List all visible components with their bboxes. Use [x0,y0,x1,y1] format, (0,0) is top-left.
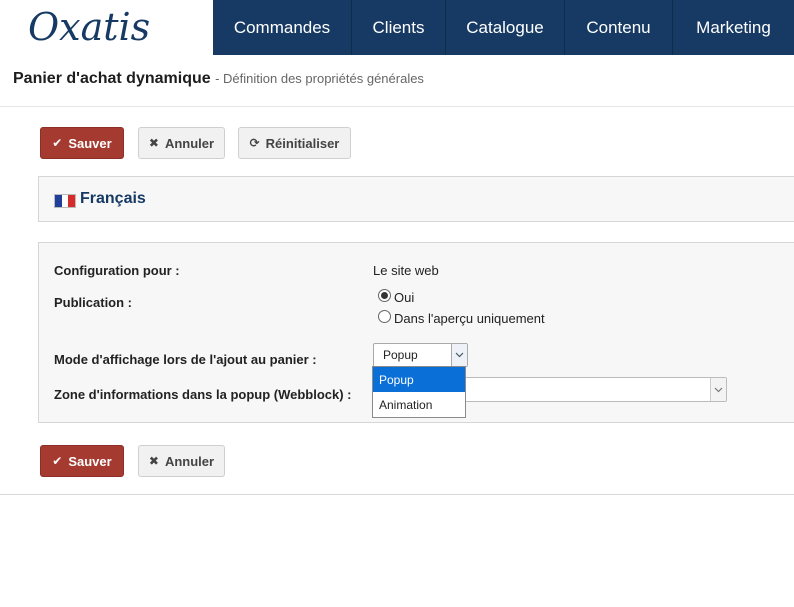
close-icon: ✖ [148,454,159,468]
cancel-button-top[interactable]: ✖ Annuler [138,127,225,159]
nav-catalogue[interactable]: Catalogue [446,0,565,55]
cancel-button-bottom[interactable]: ✖ Annuler [138,445,225,477]
divider [0,494,794,495]
mode-select-value: Popup [383,348,418,362]
config-label: Configuration pour : [54,263,180,278]
zone-label: Zone d'informations dans la popup (Webbl… [54,387,352,402]
page-title-row: Panier d'achat dynamique - Définition de… [13,70,424,88]
refresh-icon: ⟳ [249,136,260,150]
page-title: Panier d'achat dynamique [13,70,211,87]
save-button-top[interactable]: ✔ Sauver [40,127,124,159]
divider [0,106,794,107]
france-flag-icon [54,194,76,208]
chevron-down-icon[interactable] [451,344,467,366]
publication-option-oui[interactable]: Oui [394,290,414,305]
reset-button[interactable]: ⟳ Réinitialiser [238,127,351,159]
publication-label: Publication : [54,295,132,310]
language-panel: Français [38,176,794,222]
nav-clients[interactable]: Clients [352,0,446,55]
page-subtitle: - Définition des propriétés générales [215,71,424,86]
check-icon: ✔ [52,136,63,150]
mode-option-animation[interactable]: Animation [373,392,465,417]
publication-radio-oui[interactable] [378,289,391,302]
mode-dropdown-list: Popup Animation [372,366,466,418]
oxatis-logo[interactable]: Oxatis [28,4,178,50]
main-nav: Commandes Clients Catalogue Contenu Mark… [213,0,794,55]
mode-option-popup[interactable]: Popup [373,367,465,392]
mode-label: Mode d'affichage lors de l'ajout au pani… [54,352,317,367]
nav-contenu[interactable]: Contenu [565,0,673,55]
save-button-bottom[interactable]: ✔ Sauver [40,445,124,477]
check-icon: ✔ [52,454,63,468]
chevron-down-icon[interactable] [710,378,726,401]
nav-commandes[interactable]: Commandes [213,0,352,55]
language-label: Français [80,190,146,207]
publication-radio-apercu[interactable] [378,310,391,323]
svg-text:Oxatis: Oxatis [28,5,150,49]
mode-select[interactable]: Popup [373,343,468,367]
publication-option-apercu[interactable]: Dans l'aperçu uniquement [394,311,545,326]
nav-marketing[interactable]: Marketing [673,0,794,55]
close-icon: ✖ [148,136,159,150]
top-bar: Oxatis Commandes Clients Catalogue Conte… [0,0,794,55]
config-value: Le site web [373,263,439,278]
